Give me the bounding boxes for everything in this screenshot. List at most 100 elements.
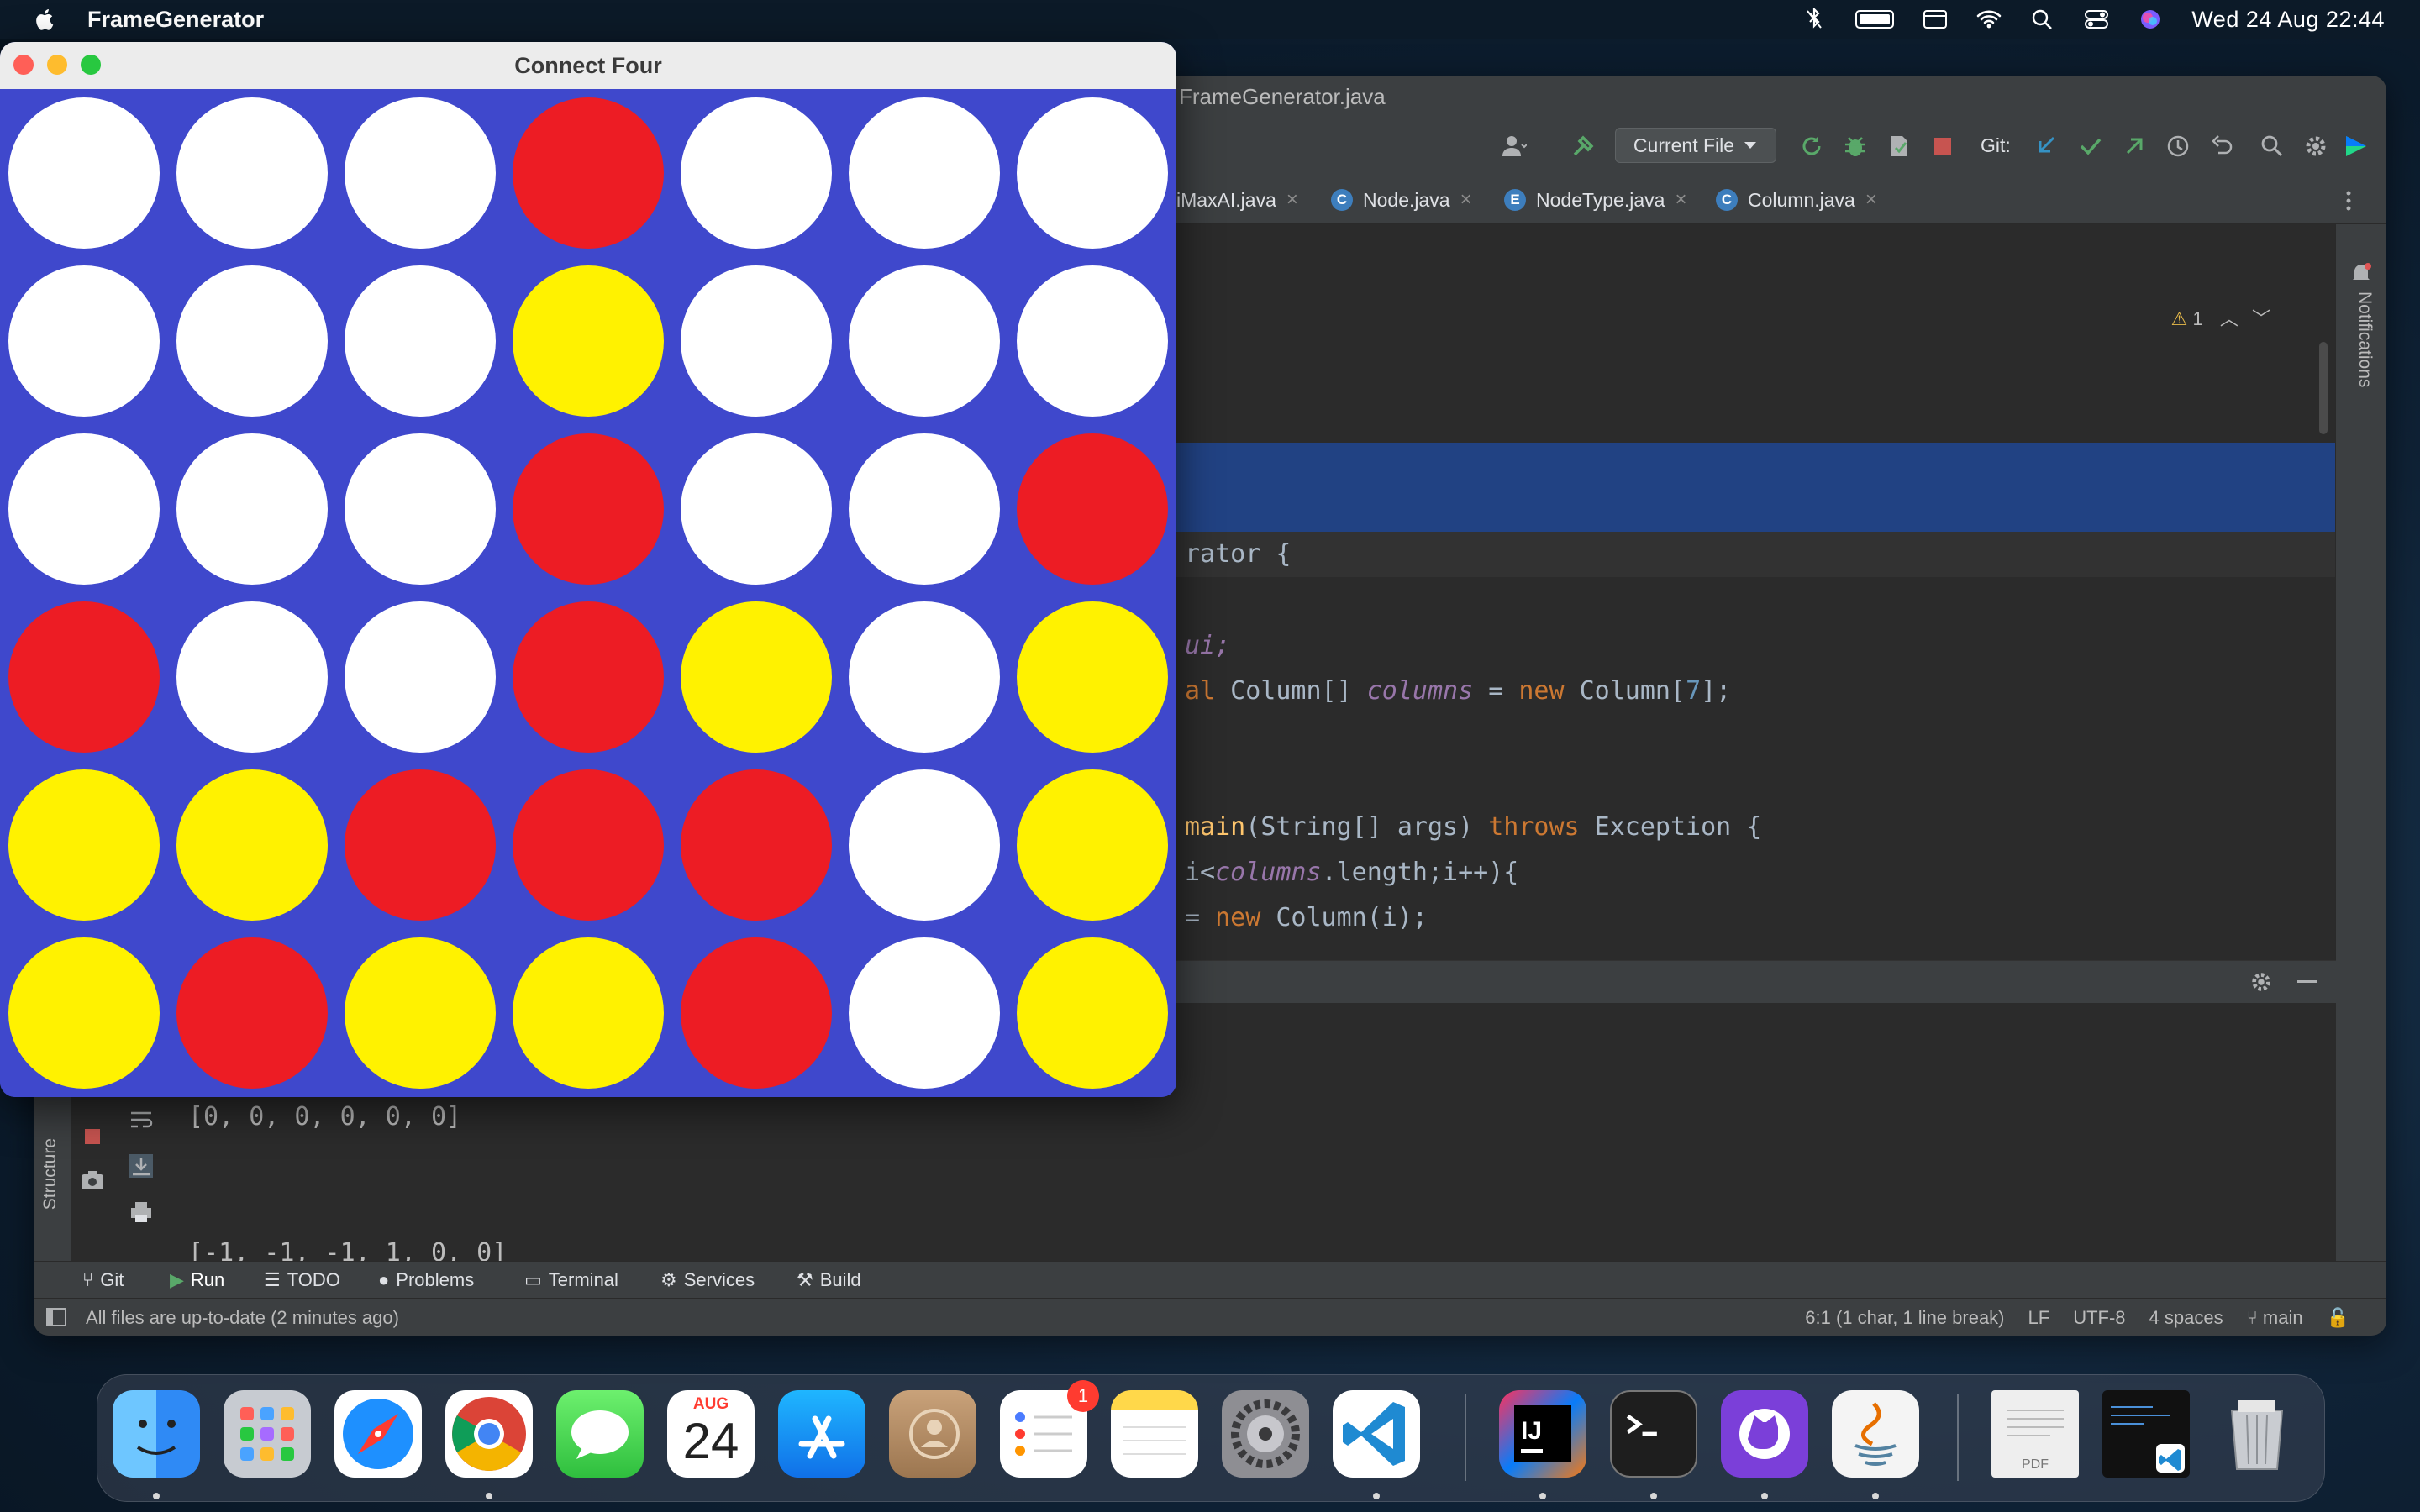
settings-gear-icon[interactable] — [2302, 133, 2329, 160]
editor-scrollbar[interactable] — [2319, 342, 2328, 434]
close-icon[interactable]: × — [1286, 188, 1298, 212]
yellow-disc[interactable] — [176, 769, 328, 921]
git-update-icon[interactable] — [2033, 133, 2060, 160]
empty-slot[interactable] — [176, 265, 328, 417]
tab-column[interactable]: C Column.java × — [1716, 188, 1877, 212]
empty-slot[interactable] — [8, 433, 160, 585]
tab-nodetype[interactable]: E NodeType.java × — [1504, 188, 1686, 212]
active-app-name[interactable]: FrameGenerator — [87, 7, 264, 33]
trash-icon[interactable] — [2213, 1390, 2301, 1478]
battery-icon[interactable] — [1855, 10, 1895, 29]
stop-icon[interactable] — [1929, 133, 1956, 160]
more-tabs-icon[interactable] — [2344, 190, 2353, 212]
tool-tab-terminal[interactable]: ▭ Terminal — [524, 1269, 618, 1291]
empty-slot[interactable] — [849, 769, 1000, 921]
minimize-icon[interactable] — [2296, 979, 2319, 984]
empty-slot[interactable] — [345, 433, 496, 585]
coverage-icon[interactable] — [1886, 133, 1912, 160]
empty-slot[interactable] — [1017, 265, 1168, 417]
pdf-document-icon[interactable]: PDF — [1991, 1390, 2079, 1478]
git-commit-icon[interactable] — [2077, 133, 2104, 160]
empty-slot[interactable] — [681, 433, 832, 585]
empty-slot[interactable] — [176, 433, 328, 585]
red-disc[interactable] — [513, 97, 664, 249]
red-disc[interactable] — [345, 769, 496, 921]
minimize-window-button[interactable] — [47, 55, 67, 75]
empty-slot[interactable] — [345, 601, 496, 753]
tool-tab-git[interactable]: ⑂ Git — [82, 1269, 124, 1291]
lock-icon[interactable]: 🔓 — [2327, 1307, 2349, 1329]
menubar-clock[interactable]: Wed 24 Aug 22:44 — [2191, 7, 2385, 33]
red-disc[interactable] — [513, 601, 664, 753]
screenshot-stack-icon[interactable] — [2102, 1390, 2190, 1478]
control-center-icon[interactable] — [2084, 8, 2109, 30]
intellij-idea-app-icon[interactable]: IJ — [1499, 1390, 1586, 1478]
tool-tab-services[interactable]: ⚙ Services — [660, 1269, 755, 1291]
tool-tab-problems[interactable]: ● Problems — [378, 1269, 474, 1291]
close-icon[interactable]: × — [1460, 188, 1472, 212]
empty-slot[interactable] — [849, 433, 1000, 585]
close-icon[interactable]: × — [1865, 188, 1877, 212]
settings-gear-icon[interactable] — [2249, 969, 2274, 995]
siri-icon[interactable] — [2138, 8, 2163, 30]
messages-app-icon[interactable] — [556, 1390, 644, 1478]
launchpad-app-icon[interactable] — [224, 1390, 311, 1478]
indent-setting[interactable]: 4 spaces — [2149, 1307, 2223, 1329]
git-push-icon[interactable] — [2121, 133, 2148, 160]
notifications-bell-icon[interactable] — [2349, 261, 2373, 285]
tool-tab-run[interactable]: ▶ Run — [170, 1269, 224, 1291]
system-preferences-app-icon[interactable] — [1222, 1390, 1309, 1478]
run-configuration-select[interactable]: Current File — [1615, 128, 1776, 163]
tab-minimaxai[interactable]: iMaxAI.java × — [1176, 188, 1298, 212]
build-hammer-icon[interactable] — [1570, 133, 1597, 160]
empty-slot[interactable] — [681, 97, 832, 249]
stop-icon[interactable] — [77, 1121, 108, 1152]
rerun-icon[interactable] — [1798, 133, 1825, 160]
red-disc[interactable] — [1017, 433, 1168, 585]
user-icon[interactable] — [1500, 133, 1527, 160]
red-disc[interactable] — [681, 769, 832, 921]
yellow-disc[interactable] — [8, 769, 160, 921]
notes-app-icon[interactable] — [1111, 1390, 1198, 1478]
terminal-app-icon[interactable] — [1610, 1390, 1697, 1478]
empty-slot[interactable] — [176, 601, 328, 753]
yellow-disc[interactable] — [345, 937, 496, 1089]
red-disc[interactable] — [8, 601, 160, 753]
empty-slot[interactable] — [681, 265, 832, 417]
scroll-to-end-icon[interactable] — [126, 1151, 156, 1181]
yellow-disc[interactable] — [1017, 601, 1168, 753]
soft-wrap-icon[interactable] — [126, 1105, 156, 1135]
java-app-icon[interactable] — [1832, 1390, 1919, 1478]
vscode-app-icon[interactable] — [1333, 1390, 1420, 1478]
empty-slot[interactable] — [849, 601, 1000, 753]
calendar-app-icon[interactable]: AUG 24 — [667, 1390, 755, 1478]
inspection-widget[interactable]: ⚠ 1 ︿ ﹀ — [2171, 304, 2270, 331]
tool-tab-todo[interactable]: ☰ TODO — [264, 1269, 340, 1291]
chevron-up-icon[interactable]: ︿ — [2220, 308, 2238, 329]
history-icon[interactable] — [2165, 133, 2191, 160]
tab-node[interactable]: C Node.java × — [1331, 188, 1472, 212]
caret-position[interactable]: 6:1 (1 char, 1 line break) — [1805, 1307, 2004, 1329]
close-icon[interactable]: × — [1675, 188, 1686, 212]
empty-slot[interactable] — [849, 265, 1000, 417]
empty-slot[interactable] — [345, 97, 496, 249]
notifications-tool-label[interactable]: Notifications — [2354, 291, 2375, 387]
wifi-icon[interactable] — [1976, 8, 2002, 30]
line-separator[interactable]: LF — [2028, 1307, 2050, 1329]
empty-slot[interactable] — [176, 97, 328, 249]
camera-icon[interactable] — [77, 1165, 108, 1195]
print-icon[interactable] — [126, 1197, 156, 1227]
app-store-app-icon[interactable] — [778, 1390, 865, 1478]
debug-bug-icon[interactable] — [1842, 133, 1869, 160]
red-disc[interactable] — [513, 769, 664, 921]
yellow-disc[interactable] — [8, 937, 160, 1089]
search-icon[interactable] — [2259, 133, 2286, 160]
yellow-disc[interactable] — [681, 601, 832, 753]
input-source-icon[interactable] — [1923, 8, 1948, 30]
yellow-disc[interactable] — [1017, 769, 1168, 921]
chevron-down-icon[interactable]: ﹀ — [2252, 308, 2270, 329]
red-disc[interactable] — [513, 433, 664, 585]
empty-slot[interactable] — [8, 97, 160, 249]
structure-tool-label[interactable]: Structure — [40, 1138, 60, 1210]
apple-icon[interactable] — [34, 8, 54, 31]
